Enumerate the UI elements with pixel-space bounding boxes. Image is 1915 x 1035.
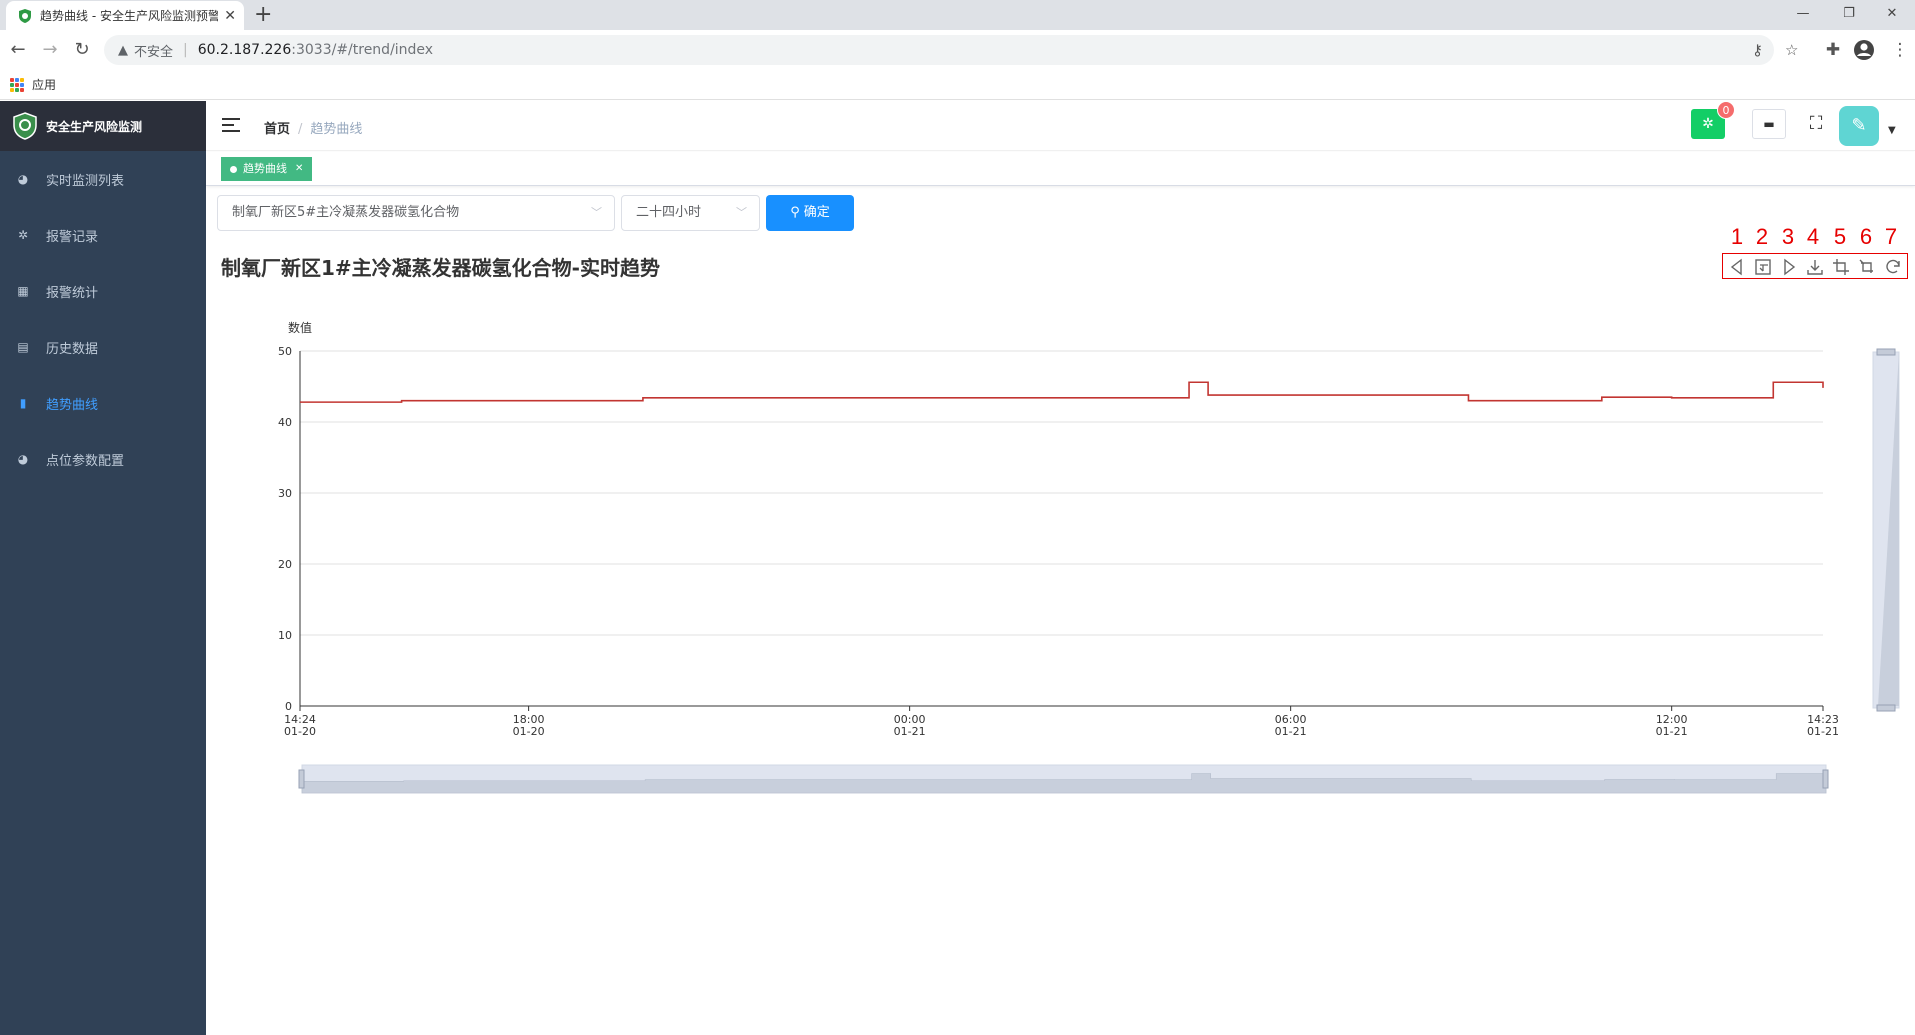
trend-chart[interactable]: 数值 0 10 20 30 40 50 14:2401-2018:0001-2000:00… <box>0 0 1915 1035</box>
y-tick-label: 30 <box>278 487 292 500</box>
x-tick-date-label: 01-21 <box>1275 725 1307 738</box>
x-tick-date-label: 01-20 <box>284 725 316 738</box>
datazoom-handle-right[interactable] <box>1822 769 1829 789</box>
y-tick-label: 50 <box>278 345 292 358</box>
y-tick-label: 0 <box>285 700 292 713</box>
y-axis-label: 数值 <box>288 320 312 335</box>
y-tick-label: 20 <box>278 558 292 571</box>
y-tick-label: 40 <box>278 416 292 429</box>
datazoom-handle-left[interactable] <box>298 769 305 789</box>
x-axis-ticks: 14:2401-2018:0001-2000:0001-2106:0001-21… <box>284 706 1839 738</box>
chart-grid <box>299 350 1823 707</box>
y-tick-label: 10 <box>278 629 292 642</box>
x-tick-date-label: 01-21 <box>894 725 926 738</box>
x-tick-date-label: 01-20 <box>513 725 545 738</box>
series-line <box>300 381 1824 403</box>
x-tick-date-label: 01-21 <box>1807 725 1839 738</box>
x-tick-date-label: 01-21 <box>1656 725 1688 738</box>
datazoom-vertical-handle-bottom[interactable] <box>1876 704 1896 712</box>
datazoom-vertical-handle-top[interactable] <box>1876 348 1896 356</box>
y-axis-ticks: 0 10 20 30 40 50 <box>278 345 292 713</box>
